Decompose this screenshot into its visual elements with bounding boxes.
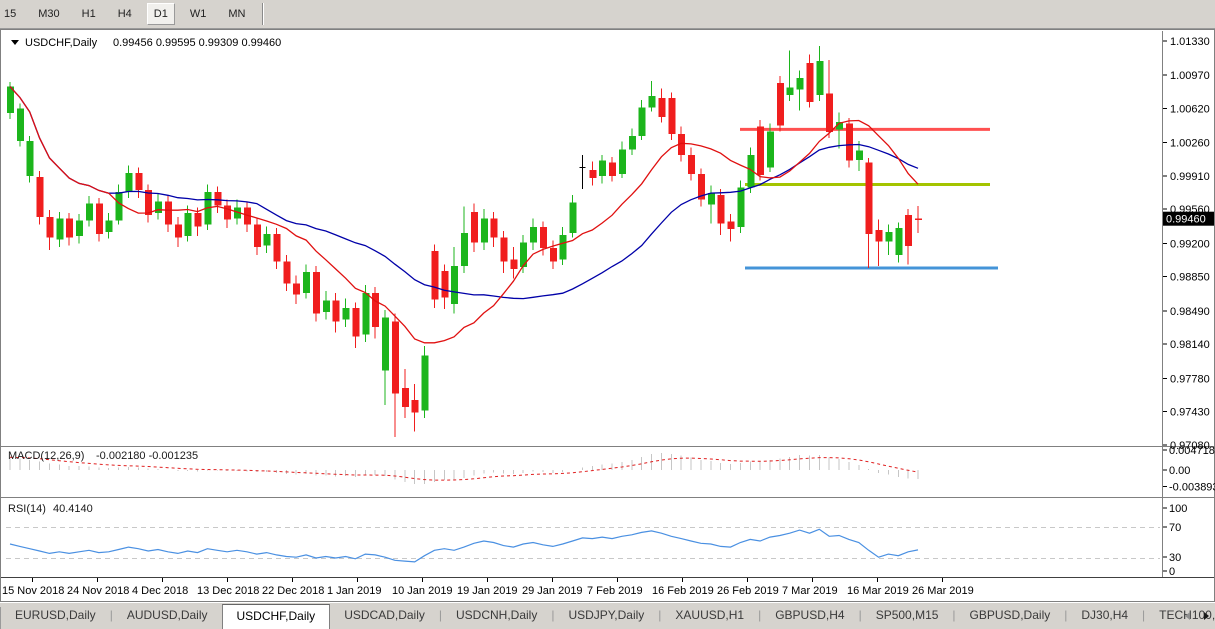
toolbar-separator	[262, 3, 264, 25]
chart-tab-eurusd-daily[interactable]: EURUSD,Daily	[1, 603, 110, 629]
chart-plot-area[interactable]: 1.013301.009701.006201.002600.999100.995…	[0, 29, 1215, 602]
date-axis-label: 15 Nov 2018	[2, 585, 64, 597]
chart-tab-usdcad-daily[interactable]: USDCAD,Daily	[330, 603, 439, 629]
macd-axis-label: -0.003893	[1169, 481, 1215, 493]
chart-tab-usdcnh-daily[interactable]: USDCNH,Daily	[442, 603, 551, 629]
timeframe-button-w1[interactable]: W1	[183, 3, 214, 25]
rsi-axis-label: 30	[1169, 552, 1181, 564]
timeframe-button-m30[interactable]: M30	[31, 3, 66, 25]
date-axis-label: 10 Jan 2019	[392, 585, 453, 597]
current-price-label: 0.99460	[1166, 214, 1206, 226]
price-axis-label: 0.97430	[1170, 407, 1210, 419]
chart-frame	[1, 30, 1215, 602]
price-axis-label: 0.98140	[1170, 339, 1210, 351]
date-axis-label: 26 Feb 2019	[717, 585, 779, 597]
tab-scroll-right-icon[interactable]	[1204, 612, 1209, 620]
price-axis-label: 1.01330	[1170, 36, 1210, 48]
price-axis-label: 0.98490	[1170, 306, 1210, 318]
price-axis-label: 0.99200	[1170, 238, 1210, 250]
date-axis-label: 29 Jan 2019	[522, 585, 583, 597]
chart-tab-audusd-daily[interactable]: AUDUSD,Daily	[113, 603, 222, 629]
price-axis-label: 0.99910	[1170, 171, 1210, 183]
date-axis-label: 16 Mar 2019	[847, 585, 909, 597]
price-axis-label: 1.00970	[1170, 70, 1210, 82]
chart-tab-bar: EURUSD,Daily|AUDUSD,DailyUSDCHF,DailyUSD…	[0, 602, 1215, 629]
date-axis-label: 26 Mar 2019	[912, 585, 974, 597]
rsi-value: 40.4140	[53, 503, 93, 515]
date-axis-label: 22 Dec 2018	[262, 585, 324, 597]
chart-window: 1.013301.009701.006201.002600.999100.995…	[0, 29, 1215, 602]
price-axis-label: 0.98850	[1170, 272, 1210, 284]
chart-tab-usdjpy-daily[interactable]: USDJPY,Daily	[554, 603, 658, 629]
chart-tab-dj30-h4[interactable]: DJ30,H4	[1067, 603, 1142, 629]
date-axis-label: 19 Jan 2019	[457, 585, 518, 597]
rsi-axis-label: 70	[1169, 522, 1181, 534]
macd-axis-label: 0.00	[1169, 465, 1190, 477]
chart-title-symbol: USDCHF,Daily	[25, 37, 98, 49]
date-axis-label: 1 Jan 2019	[327, 585, 381, 597]
current-price-tag: 0.99460	[1163, 212, 1214, 226]
date-axis-label: 7 Mar 2019	[782, 585, 838, 597]
chart-title-ohlc: 0.99456 0.99595 0.99309 0.99460	[113, 37, 281, 49]
date-axis-label: 24 Nov 2018	[67, 585, 129, 597]
chart-tab-usdchf-daily[interactable]: USDCHF,Daily	[222, 604, 331, 629]
date-axis-label: 7 Feb 2019	[587, 585, 643, 597]
tab-scroll-left-icon[interactable]	[1185, 612, 1190, 620]
date-axis-label: 16 Feb 2019	[652, 585, 714, 597]
date-axis-label: 4 Dec 2018	[132, 585, 188, 597]
price-axis-label: 1.00620	[1170, 103, 1210, 115]
timeframe-button-d1[interactable]: D1	[147, 3, 175, 25]
chart-tab-gbpusd-daily[interactable]: GBPUSD,Daily	[956, 603, 1065, 629]
macd-axis-label: 0.004718	[1169, 445, 1215, 457]
rsi-label: RSI(14)	[8, 503, 46, 515]
chart-tab-gbpusd-h4[interactable]: GBPUSD,H4	[761, 603, 858, 629]
macd-values: -0.002180 -0.001235	[96, 450, 198, 462]
price-axis-label: 1.00260	[1170, 138, 1210, 150]
timeframe-button-15[interactable]: 15	[1, 3, 23, 25]
timeframe-toolbar: 15 M30 H1 H4 D1 W1 MN	[0, 0, 1215, 29]
macd-label: MACD(12,26,9)	[8, 450, 84, 462]
rsi-axis-label: 100	[1169, 503, 1187, 515]
rsi-axis-label: 0	[1169, 566, 1175, 578]
price-axis-label: 0.97780	[1170, 373, 1210, 385]
chart-tab-xauusd-h1[interactable]: XAUUSD,H1	[661, 603, 758, 629]
date-axis-label: 13 Dec 2018	[197, 585, 259, 597]
timeframe-button-h4[interactable]: H4	[111, 3, 139, 25]
timeframe-button-h1[interactable]: H1	[75, 3, 103, 25]
timeframe-button-mn[interactable]: MN	[221, 3, 252, 25]
chart-tab-sp500-m15[interactable]: SP500,M15	[862, 603, 953, 629]
